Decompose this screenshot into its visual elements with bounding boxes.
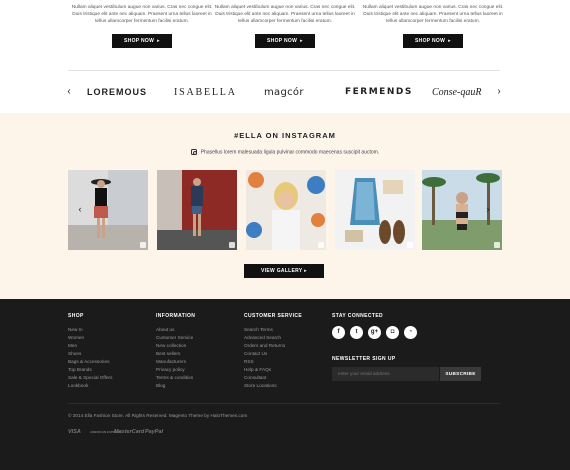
promo-column: Nullam aliquet vestibulum augue non vari… bbox=[210, 4, 360, 48]
brand-logo-isabella[interactable]: ISABELLA bbox=[174, 87, 237, 98]
promo-text: Nullam aliquet vestibulum augue non vari… bbox=[214, 5, 356, 24]
instagram-photo[interactable] bbox=[335, 170, 415, 250]
chevron-right-icon[interactable]: › bbox=[483, 204, 493, 214]
footer-link[interactable]: New In bbox=[68, 326, 112, 334]
chevron-right-icon: ▸ bbox=[300, 38, 303, 44]
instagram-badge-icon bbox=[140, 242, 146, 248]
newsletter-heading: NEWSLETTER SIGN UP bbox=[332, 356, 396, 362]
instagram-badge-icon bbox=[407, 242, 413, 248]
brand-logo-consequar[interactable]: Conse-qauR bbox=[432, 87, 481, 98]
chevron-right-icon: ▸ bbox=[157, 38, 160, 44]
footer-link[interactable]: Consultant bbox=[244, 374, 302, 382]
newsletter-email-input[interactable] bbox=[332, 367, 439, 381]
shop-now-label: SHOP NOW bbox=[415, 38, 446, 44]
instagram-title: #ELLA ON INSTAGRAM bbox=[234, 131, 336, 140]
footer-link[interactable]: Advanced Search bbox=[244, 334, 302, 342]
footer-heading: INFORMATION bbox=[156, 313, 196, 319]
photo-flatlay-outfit bbox=[335, 170, 415, 250]
instagram-badge-icon bbox=[494, 242, 500, 248]
footer-link[interactable]: Customer Service bbox=[156, 334, 195, 342]
shop-now-label: SHOP NOW bbox=[267, 38, 298, 44]
facebook-icon[interactable]: f bbox=[332, 326, 345, 339]
instagram-subtitle: Phasellus lorem malesuada ligula pulvina… bbox=[0, 149, 570, 155]
chevron-right-icon: ▸ bbox=[304, 268, 307, 274]
promo-column: Nullam aliquet vestibulum augue non vari… bbox=[358, 4, 508, 48]
footer-link[interactable]: About us bbox=[156, 326, 195, 334]
footer: SHOP New In Women Men Shoes Bags & Acces… bbox=[0, 299, 570, 470]
footer-link[interactable]: Help & FAQs bbox=[244, 366, 302, 374]
view-gallery-button[interactable]: VIEW GALLERY ▸ bbox=[244, 264, 324, 278]
shop-now-button[interactable]: SHOP NOW ▸ bbox=[255, 34, 315, 48]
footer-column-stay-connected: STAY CONNECTED bbox=[332, 313, 383, 326]
footer-link[interactable]: Women bbox=[68, 334, 112, 342]
footer-link[interactable]: Lookbook bbox=[68, 382, 112, 390]
shop-now-button[interactable]: SHOP NOW ▸ bbox=[112, 34, 172, 48]
footer-heading: CUSTOMER SERVICE bbox=[244, 313, 303, 319]
instagram-icon[interactable]: ◘ bbox=[386, 326, 399, 339]
footer-link[interactable]: RSS bbox=[244, 358, 302, 366]
footer-link[interactable]: Bags & Accessories bbox=[68, 358, 112, 366]
footer-column-customer-service: CUSTOMER SERVICE Search Terms Advanced S… bbox=[244, 313, 302, 390]
promo-text: Nullam aliquet vestibulum augue non vari… bbox=[362, 5, 504, 24]
chevron-right-icon: ▸ bbox=[448, 38, 451, 44]
footer-heading: STAY CONNECTED bbox=[332, 313, 384, 319]
instagram-icon bbox=[190, 149, 197, 155]
footer-column-shop: SHOP New In Women Men Shoes Bags & Acces… bbox=[68, 313, 112, 390]
instagram-section: #ELLA ON INSTAGRAM Phasellus lorem males… bbox=[0, 113, 570, 299]
promo-column: Nullam aliquet vestibulum augue non vari… bbox=[67, 4, 217, 48]
paypal-logo: PayPal bbox=[145, 429, 164, 435]
shop-now-label: SHOP NOW bbox=[124, 38, 155, 44]
footer-link[interactable]: Terms & condition bbox=[156, 374, 195, 382]
chevron-left-icon[interactable]: ‹ bbox=[75, 204, 85, 214]
footer-column-information: INFORMATION About us Customer Service Ne… bbox=[156, 313, 195, 390]
footer-link[interactable]: Sale & Special Offers bbox=[68, 374, 112, 382]
brand-logo-loremous[interactable]: LOREMOUS bbox=[87, 87, 147, 97]
instagram-photo[interactable] bbox=[246, 170, 326, 250]
mastercard-logo: MasterCard bbox=[114, 429, 145, 435]
footer-link[interactable]: Shoes bbox=[68, 350, 112, 358]
promo-text: Nullam aliquet vestibulum augue non vari… bbox=[71, 5, 213, 24]
footer-link[interactable]: Store Locations bbox=[244, 382, 302, 390]
subscribe-button[interactable]: SUBSCRIBE bbox=[440, 367, 481, 381]
instagram-badge-icon bbox=[229, 242, 235, 248]
footer-heading: SHOP bbox=[68, 313, 84, 319]
footer-divider bbox=[68, 403, 500, 404]
instagram-subtitle-text: Phasellus lorem malesuada ligula pulvina… bbox=[200, 149, 380, 156]
view-gallery-label: VIEW GALLERY bbox=[261, 268, 303, 274]
visa-logo: VISA bbox=[68, 429, 81, 435]
brand-logo-fermends[interactable]: FERMENDS bbox=[345, 87, 413, 97]
instagram-photo[interactable] bbox=[157, 170, 237, 250]
rss-icon[interactable]: ◔ bbox=[404, 326, 417, 339]
twitter-icon[interactable]: t bbox=[350, 326, 363, 339]
promo-section: Nullam aliquet vestibulum augue non vari… bbox=[0, 0, 570, 62]
brand-logo-magcor[interactable]: magcór bbox=[264, 87, 304, 98]
footer-link[interactable]: Orders and Returns bbox=[244, 342, 302, 350]
chevron-right-icon[interactable]: › bbox=[494, 86, 504, 98]
footer-link[interactable]: Top Brands bbox=[68, 366, 112, 374]
google-plus-icon[interactable]: g+ bbox=[368, 326, 381, 339]
footer-link[interactable]: Privacy policy bbox=[156, 366, 195, 374]
brand-carousel: ‹ LOREMOUS ISABELLA magcór FERMENDS Cons… bbox=[0, 82, 570, 104]
chevron-left-icon[interactable]: ‹ bbox=[64, 86, 74, 98]
divider bbox=[68, 70, 500, 71]
footer-link[interactable]: New collection bbox=[156, 342, 195, 350]
photo-floral-portrait bbox=[246, 170, 326, 250]
footer-link[interactable]: Best sellers bbox=[156, 350, 195, 358]
footer-link[interactable]: Blog bbox=[156, 382, 195, 390]
footer-link[interactable]: Contact Us bbox=[244, 350, 302, 358]
photo-red-wall bbox=[157, 170, 237, 250]
instagram-badge-icon bbox=[318, 242, 324, 248]
copyright-text: © 2014 Ella Fashion Store. All Rights Re… bbox=[68, 413, 248, 418]
footer-link[interactable]: Men bbox=[68, 342, 112, 350]
footer-link[interactable]: Search Terms bbox=[244, 326, 302, 334]
footer-link[interactable]: Manufacturers bbox=[156, 358, 195, 366]
shop-now-button[interactable]: SHOP NOW ▸ bbox=[403, 34, 463, 48]
